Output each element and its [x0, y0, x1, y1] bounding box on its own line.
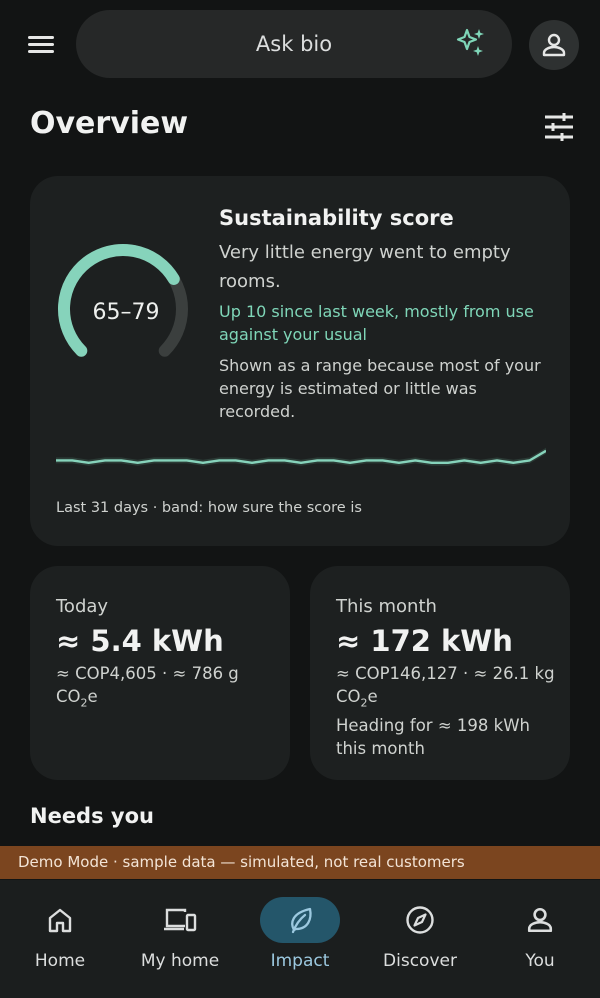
- month-usage-card[interactable]: This month ≈ 172 kWh ≈ COP146,127 · ≈ 26…: [310, 566, 570, 780]
- trend-caption: Last 31 days · band: how sure the score …: [56, 500, 362, 516]
- nav-discover-label: Discover: [383, 951, 457, 971]
- menu-icon: [28, 36, 54, 39]
- tune-filter-icon[interactable]: [544, 112, 574, 142]
- person-icon: [542, 33, 566, 57]
- today-usage-card[interactable]: Today ≈ 5.4 kWh ≈ COP4,605 · ≈ 786 g CO2…: [30, 566, 290, 780]
- today-detail: ≈ COP4,605 · ≈ 786 g CO2e: [56, 664, 239, 710]
- score-note: Shown as a range because most of your en…: [219, 356, 541, 421]
- demo-mode-banner: Demo Mode · sample data — simulated, not…: [0, 846, 600, 879]
- person-icon: [516, 898, 564, 942]
- ask-bio-search[interactable]: Ask bio: [76, 10, 512, 78]
- today-value: ≈ 5.4 kWh: [56, 624, 224, 658]
- devices-icon: [156, 898, 204, 942]
- page-title: Overview: [30, 106, 189, 141]
- score-description: Very little energy went to empty rooms.: [219, 242, 511, 292]
- month-forecast: Heading for ≈ 198 kWh this month: [336, 716, 530, 759]
- nav-you-label: You: [525, 951, 555, 971]
- needs-you-heading: Needs you: [30, 804, 154, 828]
- today-label: Today: [56, 596, 109, 617]
- leaf-icon: [260, 897, 340, 943]
- home-icon: [36, 898, 84, 942]
- search-placeholder: Ask bio: [255, 32, 333, 56]
- score-trend-sparkline: [56, 447, 546, 466]
- nav-my-home-label: My home: [140, 951, 220, 971]
- bottom-navigation: Home My home Impact Discover You: [0, 880, 600, 998]
- score-title: Sustainability score: [219, 206, 454, 230]
- nav-impact-label: Impact: [270, 951, 330, 971]
- nav-home-label: Home: [34, 951, 86, 971]
- nav-my-home[interactable]: My home: [120, 880, 240, 998]
- score-range-value: 65–79: [92, 300, 160, 325]
- nav-discover[interactable]: Discover: [360, 880, 480, 998]
- month-label: This month: [336, 596, 437, 617]
- nav-impact[interactable]: Impact: [240, 880, 360, 998]
- menu-button[interactable]: [26, 30, 56, 60]
- score-change: Up 10 since last week, mostly from use a…: [219, 302, 534, 344]
- account-button[interactable]: [529, 20, 579, 70]
- demo-mode-text: Demo Mode · sample data — simulated, not…: [18, 853, 465, 871]
- nav-you[interactable]: You: [480, 880, 600, 998]
- compass-icon: [396, 898, 444, 942]
- sparkle-icon: [456, 28, 484, 56]
- nav-home[interactable]: Home: [0, 880, 120, 998]
- sustainability-score-card[interactable]: 65–79 Sustainability score Very little e…: [30, 176, 570, 546]
- month-value: ≈ 172 kWh: [336, 624, 513, 658]
- month-detail: ≈ COP146,127 · ≈ 26.1 kg CO2e Heading for…: [336, 664, 555, 759]
